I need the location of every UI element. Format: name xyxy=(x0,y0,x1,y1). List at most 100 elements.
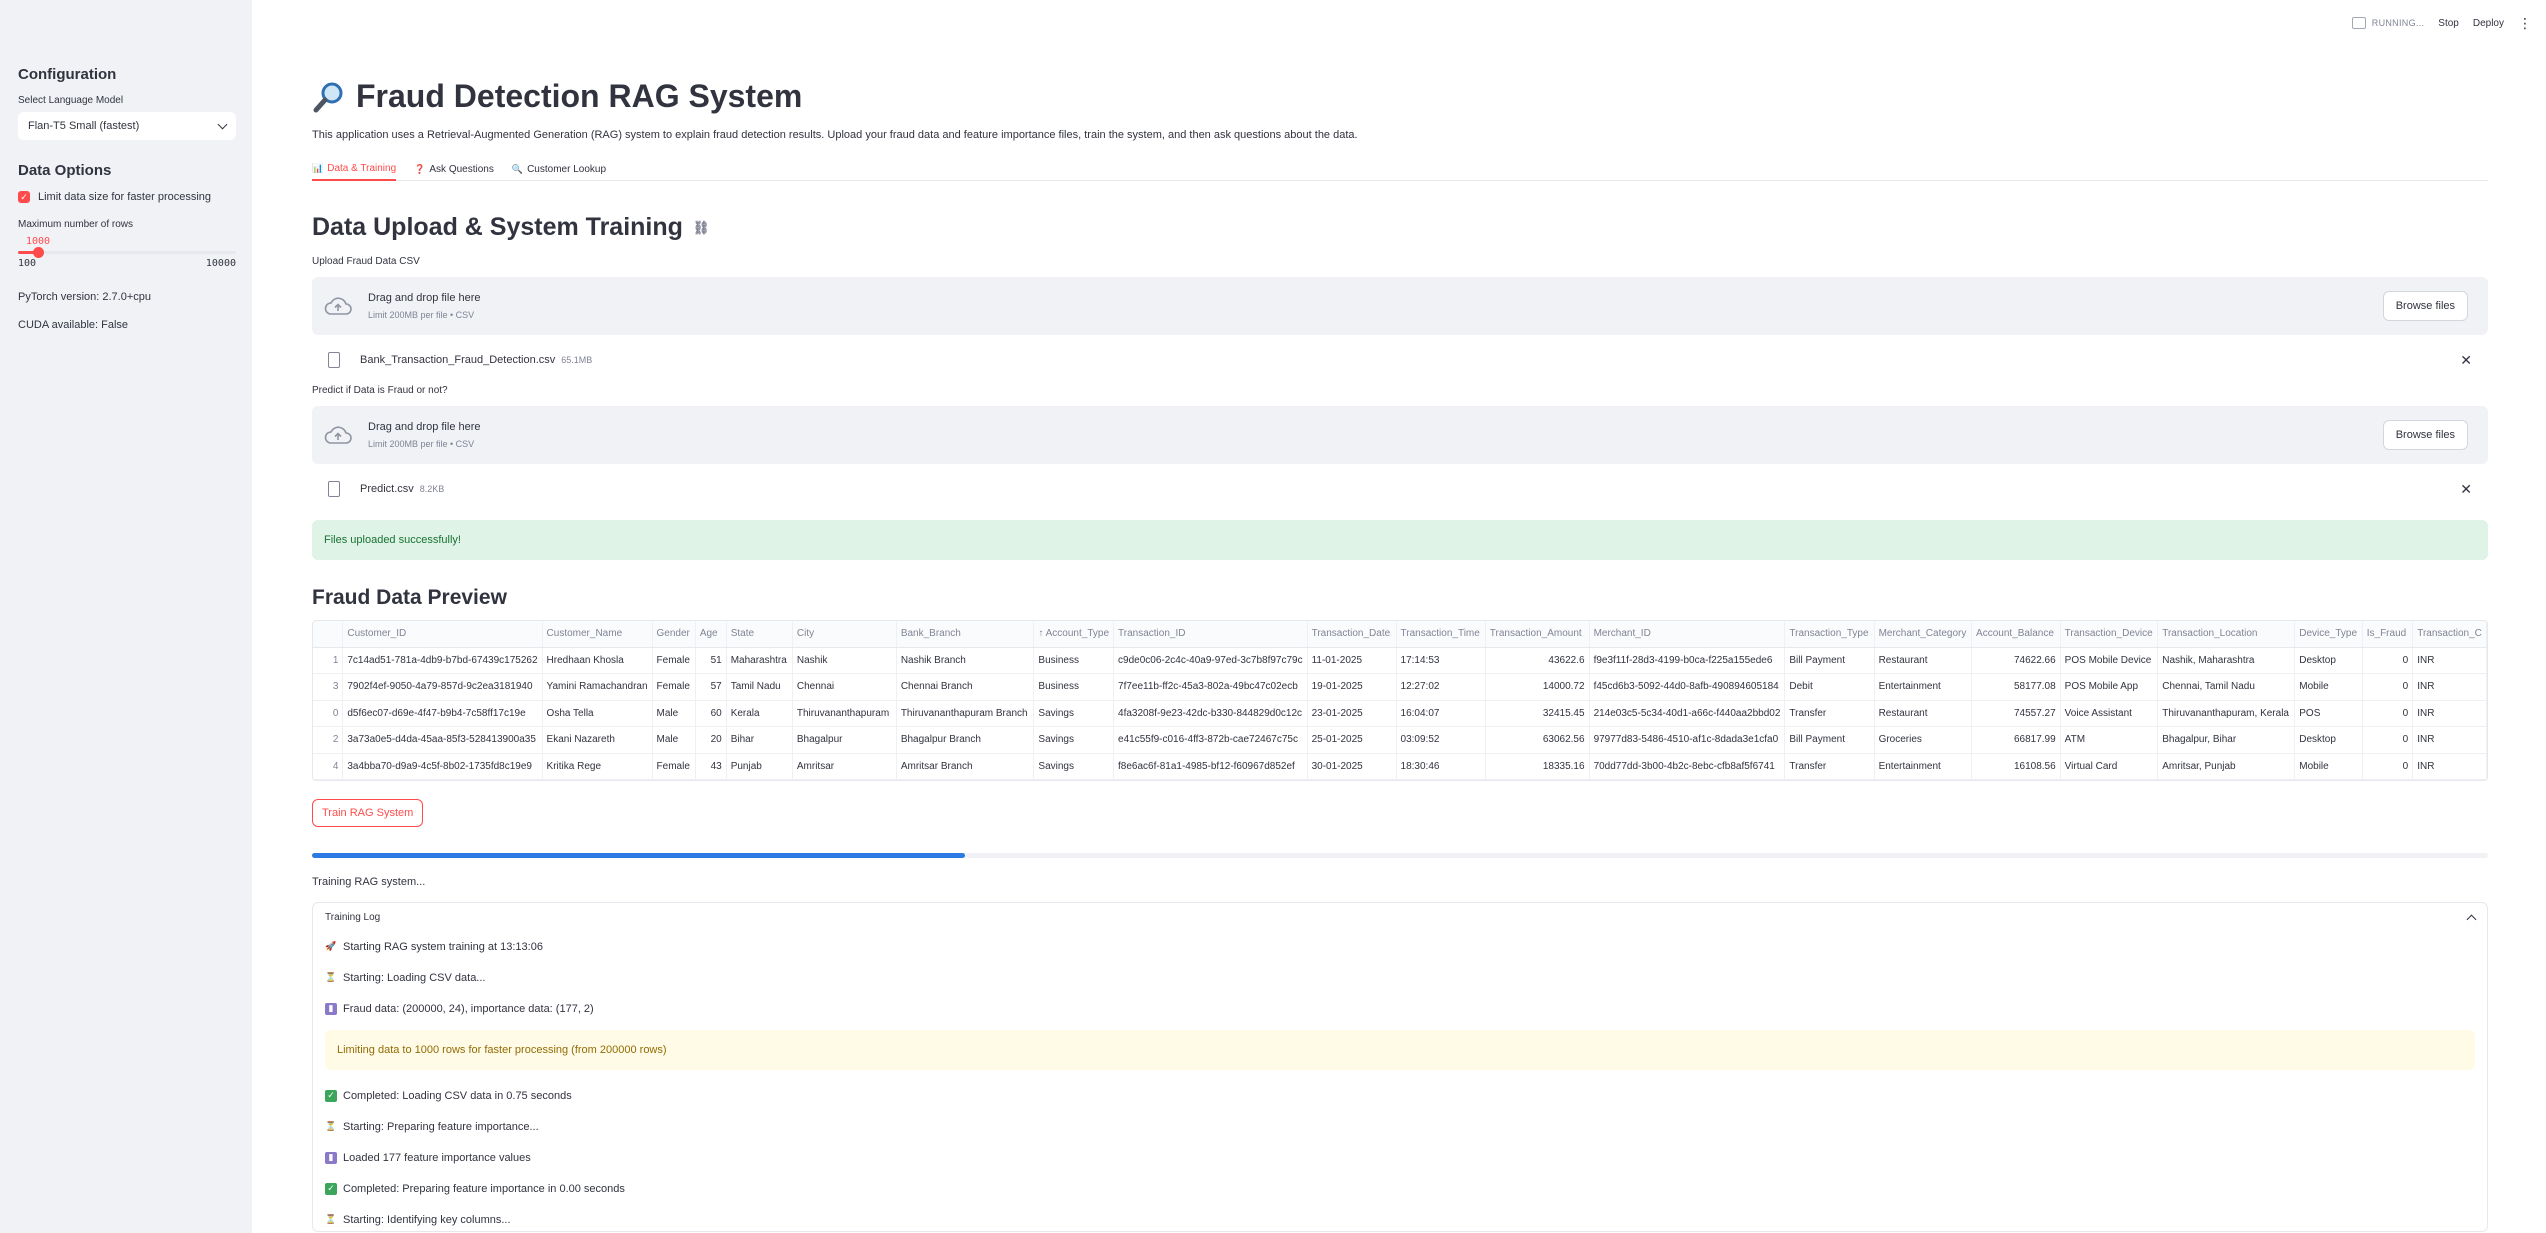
column-header[interactable]: Transaction_Type xyxy=(1784,621,1875,648)
table-cell[interactable]: Hredhaan Khosla xyxy=(542,647,653,674)
table-cell[interactable]: Punjab xyxy=(726,753,793,780)
table-cell[interactable]: Thiruvananthapuram, Kerala xyxy=(2157,700,2296,727)
table-cell[interactable]: Bhagalpur Branch xyxy=(896,726,1035,754)
table-cell[interactable]: Kritika Rege xyxy=(542,753,653,780)
table-cell[interactable]: 3a73a0e5-d4da-45aa-85f3-528413900a35 xyxy=(342,726,543,754)
row-index[interactable]: 3 xyxy=(313,673,344,701)
table-cell[interactable]: Bihar xyxy=(726,726,793,754)
table-cell[interactable]: 43 xyxy=(695,753,727,780)
column-header[interactable]: Account_Balance xyxy=(1971,621,2061,648)
table-cell[interactable]: Kerala xyxy=(726,700,793,727)
table-cell[interactable]: INR xyxy=(2412,726,2487,754)
table-cell[interactable]: Debit xyxy=(1784,673,1875,701)
max-rows-slider[interactable] xyxy=(18,247,236,258)
row-index[interactable]: 0 xyxy=(313,700,344,727)
table-cell[interactable]: Bill Payment xyxy=(1784,647,1875,674)
stop-button[interactable]: Stop xyxy=(2438,18,2459,29)
table-cell[interactable]: Male xyxy=(652,700,696,727)
table-cell[interactable]: 16:04:07 xyxy=(1396,700,1486,727)
table-cell[interactable]: 0 xyxy=(2362,700,2414,727)
table-cell[interactable]: 0 xyxy=(2362,647,2414,674)
column-header[interactable]: Bank_Branch xyxy=(896,621,1035,648)
limit-data-checkbox[interactable]: ✓ xyxy=(18,191,30,203)
training-log-header[interactable]: Training Log xyxy=(313,903,2487,931)
main-menu-icon[interactable]: ⋮ xyxy=(2518,15,2532,32)
table-cell[interactable]: 30-01-2025 xyxy=(1307,753,1397,780)
table-cell[interactable]: POS xyxy=(2294,700,2363,727)
column-header[interactable]: Transaction_Amount xyxy=(1485,621,1590,648)
table-cell[interactable]: 16108.56 xyxy=(1971,753,2061,780)
table-cell[interactable]: 32415.45 xyxy=(1485,700,1590,727)
table-cell[interactable]: Tamil Nadu xyxy=(726,673,793,701)
row-index[interactable]: 2 xyxy=(313,726,344,754)
table-cell[interactable]: 57 xyxy=(695,673,727,701)
table-cell[interactable]: Savings xyxy=(1033,726,1115,754)
remove-fraud-file-icon[interactable]: ✕ xyxy=(2460,352,2472,369)
table-cell[interactable]: 74622.66 xyxy=(1971,647,2061,674)
table-cell[interactable]: 58177.08 xyxy=(1971,673,2061,701)
table-cell[interactable]: 74557.27 xyxy=(1971,700,2061,727)
table-cell[interactable]: INR xyxy=(2412,673,2487,701)
table-cell[interactable]: Thiruvananthapuram xyxy=(792,700,897,727)
table-cell[interactable]: Savings xyxy=(1033,753,1115,780)
table-cell[interactable]: Desktop xyxy=(2294,647,2363,674)
table-cell[interactable]: 19-01-2025 xyxy=(1307,673,1397,701)
model-select[interactable]: Flan-T5 Small (fastest) xyxy=(18,112,236,140)
table-cell[interactable]: Nashik xyxy=(792,647,897,674)
table-cell[interactable]: Mobile xyxy=(2294,753,2363,780)
table-cell[interactable]: 63062.56 xyxy=(1485,726,1590,754)
table-cell[interactable]: 12:27:02 xyxy=(1396,673,1486,701)
table-cell[interactable]: 0 xyxy=(2362,673,2414,701)
table-row[interactable]: 3 7902f4ef-9050-4a79-857d-9c2ea3181940 Yam… xyxy=(313,673,2487,701)
table-cell[interactable]: Maharashtra xyxy=(726,647,793,674)
table-cell[interactable]: Desktop xyxy=(2294,726,2363,754)
table-cell[interactable]: 18335.16 xyxy=(1485,753,1590,780)
table-cell[interactable]: 97977d83-5486-4510-af1c-8dada3e1cfa0 xyxy=(1589,726,1786,754)
table-cell[interactable]: 11-01-2025 xyxy=(1307,647,1397,674)
table-cell[interactable]: 03:09:52 xyxy=(1396,726,1486,754)
column-header[interactable]: ↑ Account_Type xyxy=(1033,621,1115,648)
table-cell[interactable]: 60 xyxy=(695,700,727,727)
tab-0[interactable]: 📊 Data & Training xyxy=(312,159,397,181)
table-cell[interactable]: Transfer xyxy=(1784,753,1875,780)
remove-predict-file-icon[interactable]: ✕ xyxy=(2460,481,2472,498)
table-cell[interactable]: POS Mobile App xyxy=(2060,673,2159,701)
table-cell[interactable]: INR xyxy=(2412,753,2487,780)
column-header[interactable]: Customer_Name xyxy=(542,621,653,648)
column-header[interactable]: Transaction_Location xyxy=(2157,621,2296,648)
table-cell[interactable]: INR xyxy=(2412,647,2487,674)
table-cell[interactable]: 0 xyxy=(2362,726,2414,754)
table-cell[interactable]: Osha Tella xyxy=(542,700,653,727)
table-cell[interactable]: Thiruvananthapuram Branch xyxy=(896,700,1035,727)
table-cell[interactable]: Female xyxy=(652,673,696,701)
table-cell[interactable]: Transfer xyxy=(1784,700,1875,727)
table-cell[interactable]: 66817.99 xyxy=(1971,726,2061,754)
table-cell[interactable]: Chennai Branch xyxy=(896,673,1035,701)
table-cell[interactable]: 51 xyxy=(695,647,727,674)
table-cell[interactable]: Chennai, Tamil Nadu xyxy=(2157,673,2296,701)
table-cell[interactable]: Groceries xyxy=(1874,726,1973,754)
table-cell[interactable]: Nashik Branch xyxy=(896,647,1035,674)
table-cell[interactable]: ATM xyxy=(2060,726,2159,754)
table-cell[interactable]: Virtual Card xyxy=(2060,753,2159,780)
table-cell[interactable]: Bhagalpur xyxy=(792,726,897,754)
table-cell[interactable]: 18:30:46 xyxy=(1396,753,1486,780)
column-header[interactable]: Transaction_C xyxy=(2412,621,2487,648)
table-cell[interactable]: Mobile xyxy=(2294,673,2363,701)
fraud-browse-button[interactable]: Browse files xyxy=(2382,291,2468,321)
table-cell[interactable]: 4fa3208f-9e23-42dc-b330-844829d0c12c xyxy=(1113,700,1308,727)
table-cell[interactable]: Female xyxy=(652,753,696,780)
table-cell[interactable]: Bill Payment xyxy=(1784,726,1875,754)
column-header[interactable]: Gender xyxy=(652,621,696,648)
fraud-data-table[interactable]: Customer_ID Customer_Name Gender Age State Ci… xyxy=(312,620,2488,781)
column-header[interactable]: City xyxy=(792,621,897,648)
table-cell[interactable]: Amritsar Branch xyxy=(896,753,1035,780)
table-cell[interactable]: 7c14ad51-781a-4db9-b7bd-67439c175262 xyxy=(342,647,543,674)
table-cell[interactable]: Business xyxy=(1033,673,1115,701)
table-cell[interactable]: f45cd6b3-5092-44d0-8afb-490894605184 xyxy=(1589,673,1786,701)
column-header[interactable]: Transaction_ID xyxy=(1113,621,1308,648)
column-header[interactable]: Age xyxy=(695,621,727,648)
column-header[interactable]: Customer_ID xyxy=(342,621,543,648)
limit-data-checkbox-row[interactable]: ✓ Limit data size for faster processing xyxy=(18,191,234,203)
column-header[interactable]: Transaction_Device xyxy=(2060,621,2159,648)
